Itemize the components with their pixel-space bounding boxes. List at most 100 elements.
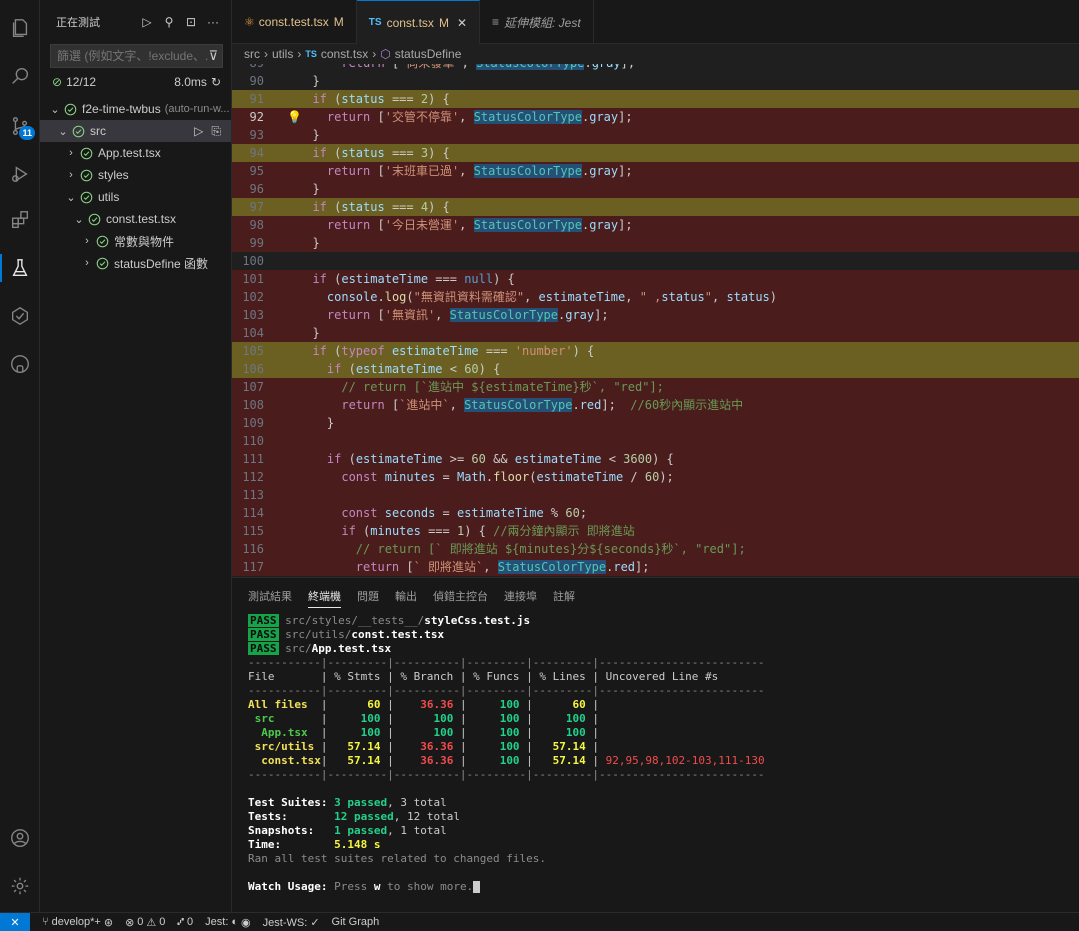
line-number[interactable]: 108 <box>232 396 264 414</box>
line-number[interactable]: 115 <box>232 522 264 540</box>
code-line[interactable]: 107 // return [`進站中 ${estimateTime}秒`, "… <box>232 378 1079 396</box>
close-icon[interactable]: ✕ <box>457 16 467 30</box>
line-number[interactable]: 107 <box>232 378 264 396</box>
run-debug-icon[interactable] <box>0 154 40 194</box>
run-test-icon[interactable]: ▷ <box>194 124 203 139</box>
code-line[interactable]: 90 } <box>232 72 1079 90</box>
line-number[interactable]: 91 <box>232 90 264 108</box>
code-line[interactable]: 102 console.log("無資訊資料需確認", estimateTime… <box>232 288 1079 306</box>
code-line[interactable]: 108 return [`進站中`, StatusColorType.red];… <box>232 396 1079 414</box>
test-filter-input[interactable] <box>57 49 209 63</box>
line-number[interactable]: 112 <box>232 468 264 486</box>
github-icon[interactable] <box>0 344 40 384</box>
tab-ports[interactable]: 連接埠 <box>504 588 537 604</box>
breadcrumb-folder[interactable]: src <box>244 47 260 61</box>
code-editor[interactable]: 89 return ['尚未發車', StatusColorType.gray]… <box>232 64 1079 577</box>
tree-item-constants[interactable]: › 常數與物件 <box>40 230 231 252</box>
search-icon[interactable] <box>0 56 40 96</box>
tree-item-styles[interactable]: › styles <box>40 164 231 186</box>
run-all-tests-icon[interactable]: ▷ <box>139 15 155 29</box>
refresh-icon[interactable]: ↻ <box>211 75 221 89</box>
line-number[interactable]: 95 <box>232 162 264 180</box>
line-number[interactable]: 113 <box>232 486 264 504</box>
testing-icon[interactable] <box>0 248 40 288</box>
jest-ws-status[interactable]: Jest-WS: ✓ <box>263 916 320 929</box>
code-line[interactable]: 95 return ['末班車已過', StatusColorType.gray… <box>232 162 1079 180</box>
tab-jest-extension[interactable]: ≡ 延伸模組: Jest <box>480 0 594 44</box>
line-number[interactable]: 116 <box>232 540 264 558</box>
code-line[interactable]: 94 if (status === 3) { <box>232 144 1079 162</box>
breadcrumb-symbol[interactable]: statusDefine <box>395 47 462 61</box>
code-line[interactable]: 112 const minutes = Math.floor(estimateT… <box>232 468 1079 486</box>
code-line[interactable]: 96 } <box>232 180 1079 198</box>
tree-item-const-test[interactable]: ⌄ const.test.tsx <box>40 208 231 230</box>
code-line[interactable]: 100 <box>232 252 1079 270</box>
tab-const-test[interactable]: ⚛ const.test.tsx M <box>232 0 357 44</box>
filter-funnel-icon[interactable]: ⊽ <box>208 48 218 64</box>
tab-test-results[interactable]: 測試結果 <box>248 588 292 604</box>
line-number[interactable]: 106 <box>232 360 264 378</box>
settings-gear-icon[interactable] <box>0 866 40 906</box>
tab-const[interactable]: TS const.tsx M ✕ <box>356 0 480 44</box>
line-number[interactable]: 102 <box>232 288 264 306</box>
debug-all-tests-icon[interactable]: ⚲ <box>161 15 177 29</box>
line-number[interactable]: 110 <box>232 432 264 450</box>
tree-item-src[interactable]: ⌄ src ▷ ⎘ <box>40 120 231 142</box>
ports-status[interactable]: ⑇ 0 <box>177 916 193 928</box>
code-line[interactable]: 92 💡 return ['交管不停靠', StatusColorType.gra… <box>232 108 1079 126</box>
more-actions-icon[interactable]: ··· <box>205 15 221 29</box>
line-number[interactable]: 96 <box>232 180 264 198</box>
code-line[interactable]: 89 return ['尚未發車', StatusColorType.gray]… <box>232 64 1079 72</box>
tab-terminal[interactable]: 終端機 <box>308 588 341 608</box>
code-line[interactable]: 98 return ['今日未營運', StatusColorType.gray… <box>232 216 1079 234</box>
code-line[interactable]: 101 if (estimateTime === null) { <box>232 270 1079 288</box>
code-line[interactable]: 117 return [` 即將進站`, StatusColorType.red… <box>232 558 1079 576</box>
tree-item-workspace[interactable]: ⌄ f2e-time-twbus (auto-run-w... <box>40 98 231 120</box>
code-line[interactable]: 110 <box>232 432 1079 450</box>
tab-debug-console[interactable]: 偵錯主控台 <box>433 588 488 604</box>
tab-comments[interactable]: 註解 <box>553 588 575 604</box>
run-continuously-icon[interactable]: ⊡ <box>183 15 199 29</box>
line-number[interactable]: 89 <box>232 64 264 72</box>
code-line[interactable]: 93 } <box>232 126 1079 144</box>
line-number[interactable]: 103 <box>232 306 264 324</box>
code-line[interactable]: 115 if (minutes === 1) { //兩分鐘內顯示 即將進站 <box>232 522 1079 540</box>
line-number[interactable]: 94 <box>232 144 264 162</box>
tab-problems[interactable]: 問題 <box>357 588 379 604</box>
code-line[interactable]: 105 if (typeof estimateTime === 'number'… <box>232 342 1079 360</box>
line-number[interactable]: 101 <box>232 270 264 288</box>
line-number[interactable]: 99 <box>232 234 264 252</box>
line-number[interactable]: 111 <box>232 450 264 468</box>
go-to-file-icon[interactable]: ⎘ <box>211 124 221 139</box>
jest-status[interactable]: Jest: ◐ ◉ <box>205 916 251 929</box>
code-line[interactable]: 104 } <box>232 324 1079 342</box>
line-number[interactable]: 105 <box>232 342 264 360</box>
code-line[interactable]: 106 if (estimateTime < 60) { <box>232 360 1079 378</box>
tree-item-status-define[interactable]: › statusDefine 函數 <box>40 252 231 274</box>
line-number[interactable]: 117 <box>232 558 264 576</box>
line-number[interactable]: 93 <box>232 126 264 144</box>
code-line[interactable]: 114 const seconds = estimateTime % 60; <box>232 504 1079 522</box>
code-line[interactable]: 111 if (estimateTime >= 60 && estimateTi… <box>232 450 1079 468</box>
code-line[interactable]: 116 // return [` 即將進站 ${minutes}分${secon… <box>232 540 1079 558</box>
terminal-output[interactable]: PASS src/styles/__tests__/styleCss.test.… <box>248 614 1069 894</box>
tab-output[interactable]: 輸出 <box>395 588 417 604</box>
line-number[interactable]: 90 <box>232 72 264 90</box>
remote-icon[interactable]: ✕ <box>0 912 30 931</box>
breadcrumb-file[interactable]: const.tsx <box>321 47 368 61</box>
code-line[interactable]: 91 if (status === 2) { <box>232 90 1079 108</box>
line-number[interactable]: 104 <box>232 324 264 342</box>
line-number[interactable]: 92 <box>232 108 264 126</box>
line-number[interactable]: 98 <box>232 216 264 234</box>
breadcrumb-folder[interactable]: utils <box>272 47 293 61</box>
line-number[interactable]: 109 <box>232 414 264 432</box>
extensions-icon[interactable] <box>0 200 40 240</box>
tree-item-app-test[interactable]: › App.test.tsx <box>40 142 231 164</box>
code-line[interactable]: 109 } <box>232 414 1079 432</box>
code-line[interactable]: 113 <box>232 486 1079 504</box>
line-number[interactable]: 114 <box>232 504 264 522</box>
tree-item-utils[interactable]: ⌄ utils <box>40 186 231 208</box>
account-icon[interactable] <box>0 818 40 858</box>
source-control-icon[interactable]: 11 <box>0 106 40 146</box>
problems-status[interactable]: ⊗ 0 ⚠ 0 <box>125 916 165 929</box>
